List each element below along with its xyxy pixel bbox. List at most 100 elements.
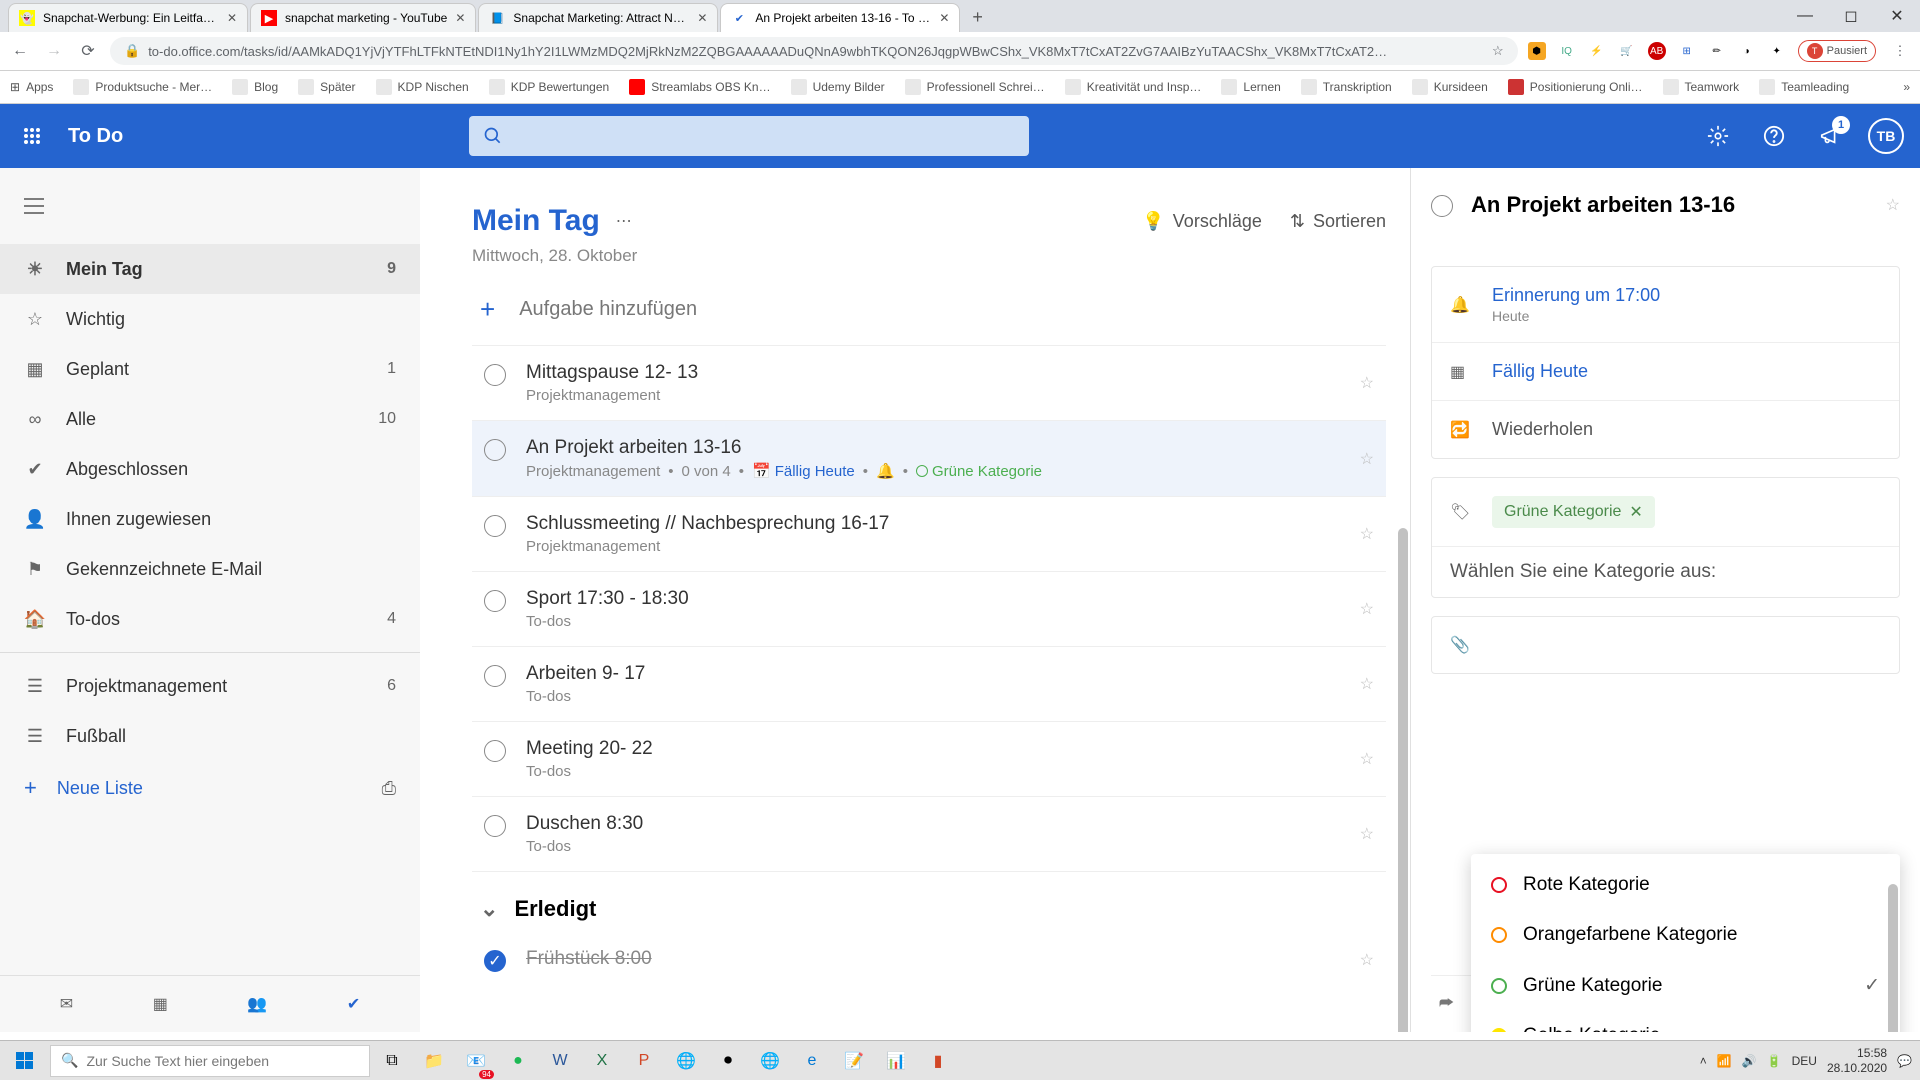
ext-icon[interactable]: ⊞: [1678, 42, 1696, 60]
suggestions-button[interactable]: 💡 Vorschläge: [1142, 211, 1261, 232]
sidebar-list[interactable]: ☰ Projektmanagement 6: [0, 661, 420, 711]
ext-icon[interactable]: ◑: [1738, 42, 1756, 60]
app-icon[interactable]: 📝: [834, 1041, 874, 1080]
search-input[interactable]: [469, 116, 1029, 156]
scrollbar[interactable]: [1398, 528, 1408, 1032]
complete-checkbox-checked[interactable]: ✓: [484, 950, 506, 972]
category-option[interactable]: Rote Kategorie: [1471, 860, 1900, 910]
hide-panel-button[interactable]: ⮫: [1439, 995, 1454, 1013]
task-item[interactable]: Duschen 8:30 To-dos ☆: [472, 797, 1386, 872]
word-icon[interactable]: W: [540, 1041, 580, 1080]
bookmark[interactable]: KDP Bewertungen: [489, 79, 610, 95]
star-button[interactable]: ☆: [1360, 449, 1374, 469]
task-view-button[interactable]: ⧉: [372, 1041, 412, 1080]
category-row[interactable]: 🏷 Grüne Kategorie ✕: [1432, 478, 1899, 547]
star-button[interactable]: ☆: [1886, 195, 1900, 215]
reload-button[interactable]: ⟳: [76, 41, 100, 61]
scrollbar[interactable]: [1888, 884, 1898, 1032]
category-option[interactable]: Orangefarbene Kategorie: [1471, 910, 1900, 960]
forward-button[interactable]: →: [42, 42, 66, 60]
close-icon[interactable]: ✕: [939, 11, 949, 25]
close-icon[interactable]: ✕: [455, 11, 465, 25]
task-item[interactable]: Arbeiten 9- 17 To-dos ☆: [472, 647, 1386, 722]
ext-icon[interactable]: ⚡: [1588, 42, 1606, 60]
sidebar-item-todos[interactable]: 🏠 To-dos 4: [0, 594, 420, 644]
tray-chevron-icon[interactable]: ˄: [1700, 1054, 1707, 1068]
star-button[interactable]: ☆: [1360, 950, 1374, 970]
complete-checkbox[interactable]: [484, 439, 506, 461]
spotify-icon[interactable]: ●: [498, 1041, 538, 1080]
sidebar-item-myday[interactable]: ☀ Mein Tag 9: [0, 244, 420, 294]
sidebar-list[interactable]: ☰ Fußball: [0, 711, 420, 761]
bookmark[interactable]: Teamwork: [1663, 79, 1740, 95]
menu-button[interactable]: ⋮: [1888, 43, 1912, 59]
language-indicator[interactable]: DEU: [1792, 1054, 1817, 1068]
minimize-button[interactable]: —: [1782, 0, 1828, 32]
mail-icon[interactable]: ✉: [60, 994, 73, 1014]
remove-chip-button[interactable]: ✕: [1629, 502, 1642, 522]
bookmark[interactable]: Transkription: [1301, 79, 1392, 95]
star-icon[interactable]: ☆: [1492, 43, 1504, 59]
new-tab-button[interactable]: +: [962, 3, 993, 32]
excel-icon[interactable]: X: [582, 1041, 622, 1080]
complete-checkbox[interactable]: [484, 515, 506, 537]
volume-icon[interactable]: 🔊: [1742, 1054, 1757, 1068]
task-item[interactable]: Mittagspause 12- 13 Projektmanagement ☆: [472, 346, 1386, 421]
star-button[interactable]: ☆: [1360, 674, 1374, 694]
sidebar-toggle[interactable]: [0, 188, 420, 224]
close-icon[interactable]: ✕: [697, 11, 707, 25]
sidebar-item-planned[interactable]: ▦ Geplant 1: [0, 344, 420, 394]
bookmark[interactable]: Udemy Bilder: [791, 79, 885, 95]
bookmark[interactable]: Positionierung Onli…: [1508, 79, 1643, 95]
start-button[interactable]: [0, 1041, 48, 1080]
maximize-button[interactable]: ◻: [1828, 0, 1874, 32]
ext-icon[interactable]: 🛒: [1618, 42, 1636, 60]
adblock-icon[interactable]: AB: [1648, 42, 1666, 60]
taskbar-search[interactable]: 🔍 Zur Suche Text hier eingeben: [50, 1045, 370, 1077]
task-item[interactable]: Schlussmeeting // Nachbesprechung 16-17 …: [472, 497, 1386, 572]
due-row[interactable]: ▦ Fällig Heute: [1432, 343, 1899, 401]
task-item-done[interactable]: ✓ Frühstück 8:00 ☆: [472, 932, 1386, 988]
completed-section-toggle[interactable]: ⌄ Erledigt: [472, 872, 1386, 932]
explorer-icon[interactable]: 📁: [414, 1041, 454, 1080]
edge-icon[interactable]: e: [792, 1041, 832, 1080]
complete-checkbox[interactable]: [484, 590, 506, 612]
complete-checkbox[interactable]: [484, 665, 506, 687]
user-avatar[interactable]: TB: [1868, 118, 1904, 154]
settings-button[interactable]: [1700, 118, 1736, 154]
bookmark[interactable]: Blog: [232, 79, 278, 95]
mail-icon[interactable]: 📧94: [456, 1041, 496, 1080]
check-icon[interactable]: ✔: [347, 994, 360, 1014]
sidebar-item-assigned[interactable]: 👤 Ihnen zugewiesen: [0, 494, 420, 544]
url-field[interactable]: 🔒 to-do.office.com/tasks/id/AAMkADQ1YjVj…: [110, 37, 1518, 65]
clock[interactable]: 15:58 28.10.2020: [1827, 1046, 1887, 1075]
obs-icon[interactable]: ⏺: [708, 1041, 748, 1080]
notifications-button[interactable]: 1: [1812, 118, 1848, 154]
category-option-selected[interactable]: Grüne Kategorie ✓: [1471, 960, 1900, 1011]
app-icon[interactable]: ▮: [918, 1041, 958, 1080]
ext-icon[interactable]: ⬢: [1528, 42, 1546, 60]
task-title[interactable]: An Projekt arbeiten 13-16: [1471, 192, 1868, 218]
task-item[interactable]: Sport 17:30 - 18:30 To-dos ☆: [472, 572, 1386, 647]
ext-icon[interactable]: IQ: [1558, 42, 1576, 60]
bookmark[interactable]: Später: [298, 79, 355, 95]
star-button[interactable]: ☆: [1360, 524, 1374, 544]
extensions-icon[interactable]: ✦: [1768, 42, 1786, 60]
close-icon[interactable]: ✕: [227, 11, 237, 25]
category-option[interactable]: Gelbe Kategorie: [1471, 1011, 1900, 1032]
attachment-card[interactable]: 📎: [1431, 616, 1900, 674]
star-button[interactable]: ☆: [1360, 599, 1374, 619]
close-window-button[interactable]: ✕: [1874, 0, 1920, 32]
app-icon[interactable]: 🌐: [666, 1041, 706, 1080]
more-bookmarks[interactable]: »: [1903, 80, 1910, 94]
ext-icon[interactable]: ✏: [1708, 42, 1726, 60]
complete-checkbox[interactable]: [484, 740, 506, 762]
complete-checkbox[interactable]: [1431, 195, 1453, 217]
calendar-icon[interactable]: ▦: [153, 994, 168, 1014]
sort-button[interactable]: ⇅ Sortieren: [1290, 211, 1386, 232]
bookmark[interactable]: Professionell Schrei…: [905, 79, 1045, 95]
battery-icon[interactable]: 🔋: [1767, 1054, 1782, 1068]
bookmark[interactable]: KDP Nischen: [376, 79, 469, 95]
browser-tab[interactable]: ▶ snapchat marketing - YouTube ✕: [250, 3, 476, 32]
powerpoint-icon[interactable]: P: [624, 1041, 664, 1080]
